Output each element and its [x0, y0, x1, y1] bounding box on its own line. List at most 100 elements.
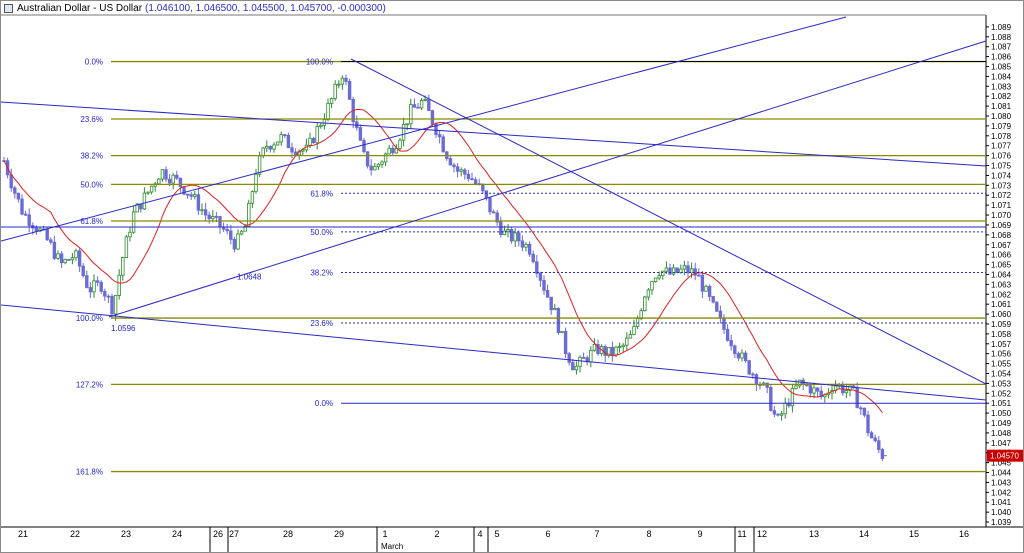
candle-body — [437, 134, 442, 138]
candle-body — [628, 334, 633, 339]
price-tick-label: 1.086 — [991, 53, 1012, 62]
price-tick-label: 1.049 — [991, 419, 1012, 428]
price-tick-label: 1.068 — [991, 231, 1012, 240]
candle-body — [103, 290, 107, 297]
candle-body — [603, 346, 607, 356]
candle-body — [13, 187, 17, 194]
candle-body — [52, 241, 57, 259]
candle-body — [315, 126, 319, 144]
candle-body — [664, 267, 669, 272]
candle-body — [754, 374, 759, 385]
price-tick-label: 1.075 — [991, 162, 1012, 171]
chart-window: Australian Dollar - US Dollar (1.046100,… — [0, 0, 1024, 553]
candle-body — [290, 147, 294, 153]
candle-body — [347, 81, 352, 100]
candle-body — [178, 177, 183, 188]
candle-body — [113, 295, 118, 315]
price-tick-label: 1.067 — [991, 241, 1012, 250]
candle-body — [261, 147, 265, 157]
candle-body — [491, 211, 496, 214]
candle-body — [556, 308, 561, 333]
candle-body — [776, 413, 780, 416]
price-tick-label: 1.055 — [991, 360, 1012, 369]
candle-body — [131, 211, 136, 233]
candle-body — [419, 100, 424, 109]
time-tick-label: 28 — [283, 529, 293, 539]
trend-line — [1, 101, 987, 167]
candle-body — [171, 174, 175, 184]
time-tick-label: 14 — [859, 529, 869, 539]
time-tick-label: 23 — [121, 529, 131, 539]
price-tick-label: 1.072 — [991, 191, 1012, 200]
price-tick-label: 1.066 — [991, 251, 1012, 260]
price-tick-label: 1.064 — [991, 270, 1012, 279]
candle-body — [704, 285, 708, 292]
candle-body — [531, 253, 535, 263]
time-tick-label: 24 — [172, 529, 182, 539]
price-tick-label: 1.088 — [991, 33, 1012, 42]
candle-body — [337, 83, 341, 86]
candle-body — [203, 209, 208, 216]
candle-body — [614, 346, 618, 356]
candle-body — [308, 137, 312, 146]
time-tick-label: 4 — [477, 529, 482, 539]
candle-body — [650, 281, 654, 291]
candle-body — [581, 356, 586, 359]
current-price-tag: 1.04570 — [881, 449, 1023, 462]
candle-body — [740, 352, 744, 359]
price-tick-label: 1.082 — [991, 92, 1012, 101]
candle-body — [646, 289, 651, 298]
time-axis: 21 22 23 24 26 27 28 29 1 2 4 5 6 7 8 9 11 12 13 14 15 16Marc… — [18, 527, 969, 552]
candle-body — [77, 250, 82, 267]
fib-level-label: 61.8% — [310, 189, 333, 198]
candle-body — [250, 191, 255, 204]
candle-body — [16, 192, 21, 200]
candle-body — [358, 127, 363, 141]
price-tick-label: 1.060 — [991, 310, 1012, 319]
time-tick-label: 5 — [494, 529, 499, 539]
trend-line — [1, 16, 847, 242]
price-tick-label: 1.041 — [991, 498, 1012, 507]
fib-retracement-2: 100.0% 61.8% 50.0% 38.2% 23.6% 0.0% — [306, 58, 986, 408]
candle-body — [769, 386, 773, 411]
candle-body — [815, 387, 820, 392]
time-tick-label: 22 — [70, 529, 80, 539]
candle-body — [49, 239, 53, 243]
candle-body — [571, 361, 575, 371]
price-tick-label: 1.039 — [991, 518, 1012, 527]
price-tick-label: 1.084 — [991, 72, 1012, 81]
candle-body — [20, 198, 24, 215]
price-chart[interactable]: 1.0391.0401.0411.0421.0431.0441.0451.046… — [1, 1, 1023, 552]
candle-body — [23, 213, 28, 216]
candle-body — [405, 123, 409, 126]
time-tick-label: 9 — [697, 529, 702, 539]
candle-body — [488, 197, 492, 213]
candle-body — [661, 270, 665, 276]
candle-body — [196, 194, 201, 211]
time-tick-label: 1 — [382, 529, 387, 539]
candle-body — [765, 382, 769, 388]
candle-body — [711, 296, 715, 303]
candle-body — [538, 272, 543, 281]
candle-body — [185, 193, 190, 196]
fib-level-label: 0.0% — [315, 399, 333, 408]
candle-body — [553, 308, 557, 311]
price-tick-label: 1.076 — [991, 152, 1012, 161]
fib-level-label: 100.0% — [306, 58, 333, 67]
candle-body — [74, 250, 78, 259]
candle-body — [567, 353, 571, 363]
candle-body — [545, 290, 550, 298]
candle-body — [455, 166, 460, 172]
candle-body — [459, 169, 463, 172]
candle-body — [311, 137, 316, 144]
candle-body — [463, 169, 467, 175]
candle-body — [653, 277, 658, 283]
candle-body — [265, 146, 269, 149]
fib-level-label: 50.0% — [80, 180, 103, 189]
candle-body — [211, 216, 215, 220]
price-tick-label: 1.040 — [991, 508, 1012, 517]
candle-body — [747, 360, 751, 375]
price-tick-label: 1.074 — [991, 171, 1012, 180]
price-annotation-label: 1.0648 — [237, 273, 262, 282]
candle-body — [657, 275, 661, 279]
